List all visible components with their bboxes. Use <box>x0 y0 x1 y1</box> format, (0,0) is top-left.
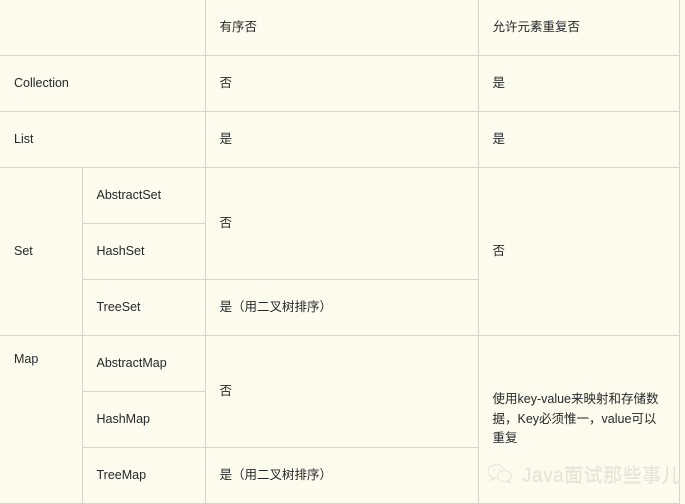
row-label-list: List <box>0 111 206 168</box>
cell-subtype-hashmap: HashMap <box>82 391 206 448</box>
row-label-set: Set <box>0 167 83 336</box>
header-cell-ordered: 有序否 <box>204 0 479 56</box>
header-cell-blank <box>0 0 206 56</box>
row-label-collection: Collection <box>0 55 206 112</box>
cell-treeset-ordered: 是（用二叉树排序） <box>204 279 479 336</box>
table-row-collection: Collection 否 是 <box>0 55 680 112</box>
cell-set-ordered-merged: 否 <box>204 167 479 280</box>
row-label-map: Map <box>0 335 83 504</box>
cell-map-duplicates: 使用key-value来映射和存储数据，Key必须惟一，value可以重复 <box>477 335 680 504</box>
cell-subtype-abstractmap: AbstractMap <box>81 335 206 392</box>
table-row-abstractmap: Map AbstractMap 否 使用key-value来映射和存储数据，Ke… <box>0 335 680 504</box>
cell-collection-duplicates: 是 <box>477 55 680 112</box>
cell-collection-ordered: 否 <box>204 55 479 112</box>
comparison-sheet: 有序否 允许元素重复否 Collection 否 是 List 是 是 Set … <box>0 0 685 504</box>
cell-subtype-hashset: HashSet <box>82 223 206 280</box>
cell-list-duplicates: 是 <box>477 111 680 168</box>
cell-subtype-abstractset: AbstractSet <box>81 167 206 224</box>
table-row-abstractset: Set AbstractSet 否 否 <box>0 167 680 336</box>
cell-subtype-treeset: TreeSet <box>82 279 206 336</box>
cell-treemap-ordered: 是（用二叉树排序） <box>204 447 479 504</box>
table-header-row: 有序否 允许元素重复否 <box>0 0 680 56</box>
table-row-list: List 是 是 <box>0 111 680 168</box>
header-cell-duplicates: 允许元素重复否 <box>477 0 680 56</box>
collection-comparison-table: 有序否 允许元素重复否 Collection 否 是 List 是 是 Set … <box>0 0 680 504</box>
cell-list-ordered: 是 <box>204 111 479 168</box>
cell-subtype-treemap: TreeMap <box>82 447 206 504</box>
cell-set-duplicates: 否 <box>477 167 680 336</box>
cell-map-ordered-merged: 否 <box>204 335 479 448</box>
